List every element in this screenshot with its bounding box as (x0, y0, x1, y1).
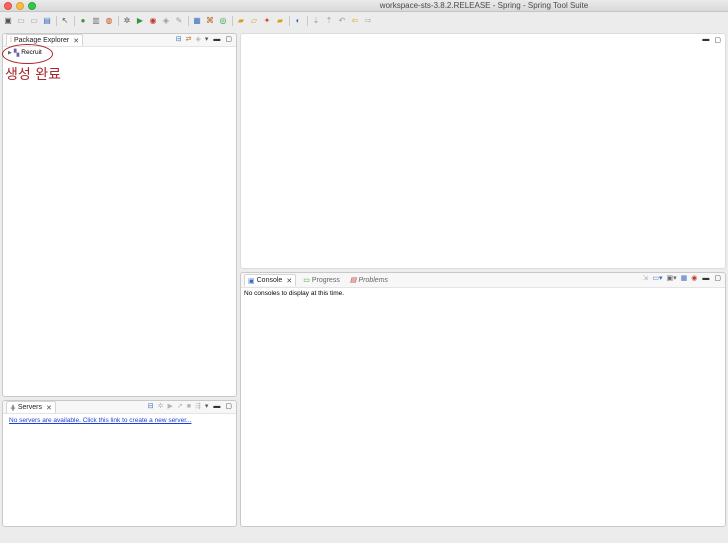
console-tabbar: ▣ Console ✕ ▭ Progress ▤ Problems ⇲ ▭▾ ▣… (241, 273, 725, 288)
forward-icon[interactable]: ⇨ (363, 16, 373, 26)
minimize-icon[interactable]: ▬ (702, 275, 709, 282)
console-panel: ▣ Console ✕ ▭ Progress ▤ Problems ⇲ ▭▾ ▣… (240, 272, 726, 527)
close-icon[interactable]: ✕ (73, 37, 79, 45)
package-explorer-icon: ⁞ (10, 37, 12, 44)
stop-server-icon[interactable]: ■ (187, 403, 191, 410)
maximize-icon[interactable]: ▢ (714, 274, 721, 282)
view-menu-icon[interactable]: ▾ (205, 402, 209, 410)
editor-area: ▬ ▢ (240, 33, 726, 269)
external-tools-icon[interactable]: ◉ (148, 16, 158, 26)
console-message: No consoles to display at this time. (244, 290, 345, 297)
window-title: workspace-sts-3.8.2.RELEASE - Spring - S… (379, 1, 589, 10)
close-icon[interactable]: ✕ (286, 277, 292, 285)
servers-panel: ⋕ Servers ✕ ⊟ ✲ ▶ ↗ ■ ⇶ ▾ ▬ ▢ No servers… (2, 400, 237, 527)
coverage-icon[interactable]: ◈ (161, 16, 171, 26)
view-menu-icon[interactable]: ▾ (205, 35, 209, 43)
profile-server-icon[interactable]: ↗ (177, 402, 183, 410)
open-task-icon[interactable]: ✎ (174, 16, 184, 26)
boot-dashboard-icon[interactable]: ◍ (104, 16, 114, 26)
maximize-icon[interactable]: ▢ (714, 36, 721, 44)
main-toolbar: ▣ ▭ ▭ ▤ ↖ ● ▥ ◍ ✲ ▶ ◉ ◈ ✎ ▦ ⌘ ◎ ▰ ▱ ✦ ▰ … (0, 13, 728, 29)
editor-area-tools: ▬ ▢ (697, 36, 721, 44)
package-explorer-panel: ⁞ Package Explorer ✕ ⊟ ⇄ ◈ ▾ ▬ ▢ ▶ ▚ Rec… (2, 33, 237, 397)
terminal-icon[interactable]: ▤ (42, 16, 52, 26)
globe-icon[interactable]: ◐ (293, 16, 303, 26)
toolbar-separator (307, 16, 308, 26)
close-icon[interactable]: ✕ (46, 404, 52, 412)
debug-icon[interactable]: ✲ (122, 16, 132, 26)
create-server-link[interactable]: No servers are available. Click this lin… (3, 414, 236, 427)
pin-console-icon[interactable]: ⇲ (642, 274, 648, 282)
title-bar: workspace-sts-3.8.2.RELEASE - Spring - S… (0, 0, 728, 12)
layout-icon[interactable]: ▥ (91, 16, 101, 26)
open-console-icon[interactable]: ▣▾ (667, 274, 677, 282)
toolbar-separator (232, 16, 233, 26)
tab-problems[interactable]: ▤ Problems (347, 274, 391, 286)
tab-servers-label: Servers (17, 404, 42, 411)
web-browser-icon[interactable]: ◎ (218, 16, 228, 26)
wand-icon[interactable]: ✦ (262, 16, 272, 26)
package-explorer-view-tools: ⊟ ⇄ ◈ ▾ ▬ ▢ (172, 35, 232, 44)
task-folder-icon[interactable]: ▰ (275, 16, 285, 26)
display-selected-console-icon[interactable]: ▭▾ (652, 274, 662, 282)
toolbar-separator (74, 16, 75, 26)
problems-icon: ▤ (349, 277, 357, 284)
collapse-all-icon[interactable]: ⊟ (176, 35, 182, 43)
progress-icon: ▭ (303, 277, 310, 284)
focus-task-icon[interactable]: ◈ (195, 35, 200, 43)
toolbar-separator (289, 16, 290, 26)
debug-server-icon[interactable]: ✲ (158, 402, 164, 410)
cursor-icon[interactable]: ↖ (60, 16, 70, 26)
last-edit-icon[interactable]: ↶ (337, 16, 347, 26)
tab-console-label: Console (256, 277, 283, 284)
spring-icon[interactable]: ● (78, 16, 88, 26)
tab-problems-label: Problems (358, 276, 389, 284)
toolbar-separator (118, 16, 119, 26)
save-icon[interactable]: ▭ (16, 16, 26, 26)
console-view-tools: ⇲ ▭▾ ▣▾ ▦ ◉ ▬ ▢ (638, 274, 721, 283)
open-type-icon[interactable]: ⌘ (205, 16, 215, 26)
tab-package-explorer-label: Package Explorer (13, 37, 70, 44)
remote-console-icon[interactable]: ▦ (681, 274, 688, 282)
tab-progress-label: Progress (311, 276, 340, 284)
nav-prev-icon[interactable]: ⇣ (311, 16, 321, 26)
link-with-editor-icon[interactable]: ⇄ (186, 35, 192, 43)
minimize-icon[interactable]: ▬ (213, 36, 220, 43)
save-all-icon[interactable]: ▭ (29, 16, 39, 26)
tab-progress[interactable]: ▭ Progress (300, 274, 343, 286)
package-icon[interactable]: ▦ (192, 16, 202, 26)
annotation-ellipse (2, 44, 53, 64)
back-icon[interactable]: ⇦ (350, 16, 360, 26)
annotation-text: 생성 완료 (5, 67, 61, 83)
nav-next-icon[interactable]: ⇡ (324, 16, 334, 26)
maximize-icon[interactable]: ▢ (225, 35, 232, 43)
spring-console-icon[interactable]: ◉ (691, 274, 697, 282)
start-server-icon[interactable]: ▶ (167, 402, 172, 410)
collapse-icon[interactable]: ⊟ (148, 402, 154, 410)
maximize-icon[interactable]: ▢ (225, 402, 232, 410)
servers-icon: ⋕ (10, 404, 16, 412)
servers-tabbar: ⋕ Servers ✕ ⊟ ✲ ▶ ↗ ■ ⇶ ▾ ▬ ▢ (3, 401, 236, 414)
console-icon: ▣ (248, 277, 255, 285)
folder-icon[interactable]: ▰ (236, 16, 246, 26)
run-icon[interactable]: ▶ (135, 16, 145, 26)
toolbar-separator (188, 16, 189, 26)
publish-icon[interactable]: ⇶ (195, 402, 201, 410)
new-icon[interactable]: ▣ (3, 16, 13, 26)
open-folder-icon[interactable]: ▱ (249, 16, 259, 26)
toolbar-separator (56, 16, 57, 26)
minimize-icon[interactable]: ▬ (702, 36, 709, 44)
tab-servers[interactable]: ⋕ Servers ✕ (6, 401, 56, 413)
minimize-icon[interactable]: ▬ (213, 403, 220, 410)
tab-console[interactable]: ▣ Console ✕ (244, 274, 297, 286)
servers-view-tools: ⊟ ✲ ▶ ↗ ■ ⇶ ▾ ▬ ▢ (144, 402, 232, 411)
